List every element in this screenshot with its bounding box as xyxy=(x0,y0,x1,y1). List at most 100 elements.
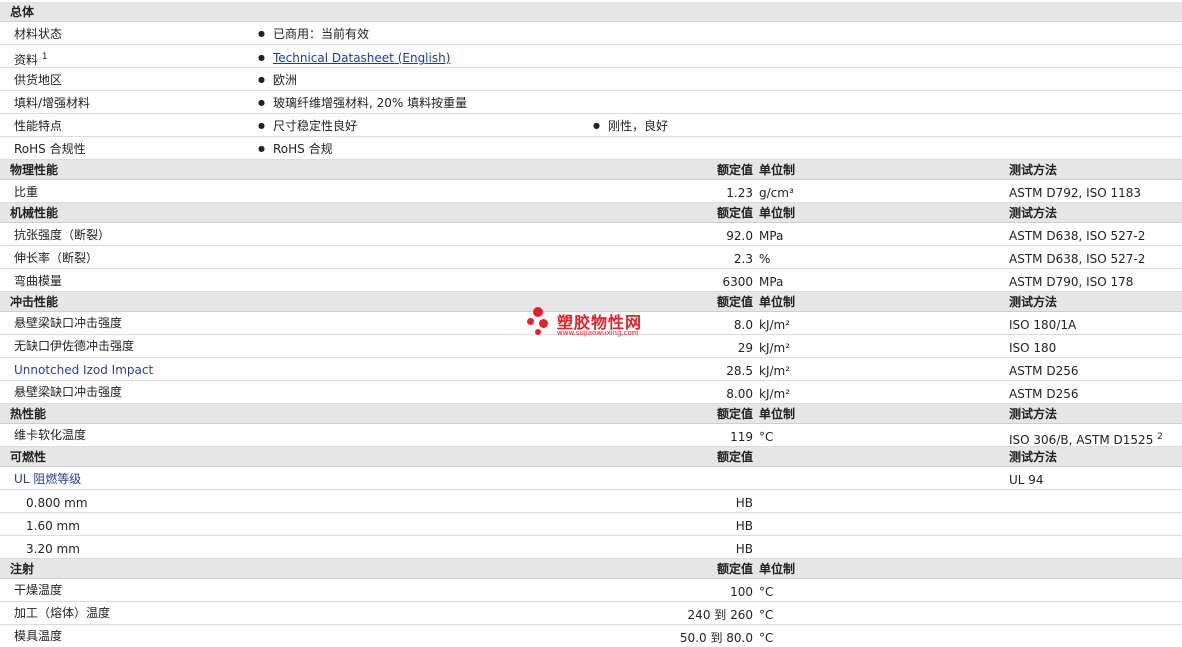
property-row: 干燥温度 100 °C xyxy=(0,579,1182,602)
datasheet: 总体 材料状态 已商用：当前有效 资料 1 Technical Datashee… xyxy=(0,0,1182,647)
header-unit: 单位制 xyxy=(759,206,796,220)
section-title: 热性能 xyxy=(10,407,47,421)
header-unit: 单位制 xyxy=(759,407,796,421)
property-name: 悬壁梁缺口冲击强度 xyxy=(14,316,123,330)
property-name: 伸长率（断裂） xyxy=(14,251,99,265)
rohs-value: RoHS 合规 xyxy=(258,141,333,157)
section-title: 总体 xyxy=(10,5,35,19)
property-name: UL 阻燃等级 xyxy=(14,472,82,486)
property-subrow: 3.20 mm HB xyxy=(0,536,1182,559)
property-row: UL 阻燃等级 UL 94 xyxy=(0,467,1182,490)
header-nominal: 额定值 xyxy=(716,163,753,177)
property-row: 抗张强度（断裂） 92.0 MPa ASTM D638, ISO 527-2 xyxy=(0,223,1182,246)
section-title: 可燃性 xyxy=(10,450,47,464)
property-value: 240 到 260 xyxy=(687,608,753,622)
property-row: 弯曲模量 6300 MPa ASTM D790, ISO 178 xyxy=(0,269,1182,292)
property-method: ISO 306/B, ASTM D1525 2 xyxy=(1009,432,1163,447)
thickness-label: 1.60 mm xyxy=(26,519,80,533)
header-nominal: 额定值 xyxy=(716,295,753,309)
header-unit: 单位制 xyxy=(759,295,796,309)
property-unit: % xyxy=(759,252,771,266)
property-value: 6300 xyxy=(722,275,753,289)
property-value: 119 xyxy=(730,430,753,444)
property-name: 无缺口伊佐德冲击强度 xyxy=(14,339,135,353)
datasheet-link-item: Technical Datasheet (English) xyxy=(258,50,450,66)
section-injection: 注射 额定值 单位制 xyxy=(0,559,1182,579)
property-name: 模具温度 xyxy=(14,629,63,643)
section-title: 冲击性能 xyxy=(10,295,59,309)
watermark-url: www.sujiaowuxing.com xyxy=(557,329,639,337)
row-label: 材料状态 xyxy=(14,27,63,41)
watermark-logo: 塑胶物性网 www.sujiaowuxing.com xyxy=(527,305,667,345)
property-subrow: 1.60 mm HB xyxy=(0,513,1182,536)
section-general: 总体 xyxy=(0,2,1182,22)
property-subrow: 0.800 mm HB xyxy=(0,490,1182,513)
property-unit: MPa xyxy=(759,229,784,243)
header-method: 测试方法 xyxy=(1009,295,1058,309)
row-label: RoHS 合规性 xyxy=(14,142,86,156)
property-value: 29 xyxy=(737,341,753,355)
general-row-rohs: RoHS 合规性 RoHS 合规 xyxy=(0,137,1182,160)
section-mechanical: 机械性能 额定值 单位制 测试方法 xyxy=(0,203,1182,223)
property-value: 92.0 xyxy=(726,229,753,243)
property-value: 50.0 到 80.0 xyxy=(679,631,753,645)
property-method: ASTM D790, ISO 178 xyxy=(1009,275,1134,289)
property-unit: kJ/m² xyxy=(759,318,791,332)
region-value: 欧洲 xyxy=(258,72,297,88)
header-nominal: 额定值 xyxy=(716,407,753,421)
thickness-label: 3.20 mm xyxy=(26,542,80,556)
property-name: Unnotched Izod Impact xyxy=(14,363,154,377)
property-row: 维卡软化温度 119 °C ISO 306/B, ASTM D1525 2 xyxy=(0,424,1182,447)
property-row: 加工（熔体）温度 240 到 260 °C xyxy=(0,602,1182,625)
property-unit: kJ/m² xyxy=(759,341,791,355)
filler-value: 玻璃纤维增强材料, 20% 填料按重量 xyxy=(258,95,467,111)
property-name: 比重 xyxy=(14,185,39,199)
technical-datasheet-link[interactable]: Technical Datasheet (English) xyxy=(273,51,450,65)
thickness-label: 0.800 mm xyxy=(26,496,88,510)
property-name: 维卡软化温度 xyxy=(14,428,87,442)
row-label: 填料/增强材料 xyxy=(14,96,91,110)
property-unit: °C xyxy=(759,631,774,645)
status-value: 已商用：当前有效 xyxy=(258,26,369,42)
header-method: 测试方法 xyxy=(1009,407,1058,421)
property-unit: °C xyxy=(759,585,774,599)
property-unit: kJ/m² xyxy=(759,364,791,378)
property-unit: °C xyxy=(759,608,774,622)
property-row: 悬壁梁缺口冲击强度 8.00 kJ/m² ASTM D256 xyxy=(0,381,1182,404)
feature-value: 刚性，良好 xyxy=(593,118,668,134)
property-value: 8.00 xyxy=(726,387,753,401)
section-title: 物理性能 xyxy=(10,163,59,177)
property-method: ASTM D256 xyxy=(1009,364,1079,378)
property-name: 弯曲模量 xyxy=(14,274,63,288)
property-value: HB xyxy=(735,519,753,533)
general-row-features: 性能特点 尺寸稳定性良好 刚性，良好 xyxy=(0,114,1182,137)
property-unit: kJ/m² xyxy=(759,387,791,401)
property-unit: °C xyxy=(759,430,774,444)
property-value: 2.3 xyxy=(733,252,753,266)
property-method: ASTM D256 xyxy=(1009,387,1079,401)
property-unit: MPa xyxy=(759,275,784,289)
property-unit: g/cm³ xyxy=(759,186,794,200)
property-name: 干燥温度 xyxy=(14,583,63,597)
property-value: 28.5 xyxy=(726,364,753,378)
header-unit: 单位制 xyxy=(759,163,796,177)
property-method: ISO 180 xyxy=(1009,341,1057,355)
property-row: 比重 1.23 g/cm³ ASTM D792, ISO 1183 xyxy=(0,180,1182,203)
property-value: 100 xyxy=(730,585,753,599)
section-thermal: 热性能 额定值 单位制 测试方法 xyxy=(0,404,1182,424)
property-value: HB xyxy=(735,542,753,556)
property-value: 1.23 xyxy=(726,186,753,200)
property-name: 悬壁梁缺口冲击强度 xyxy=(14,385,123,399)
property-value: 8.0 xyxy=(733,318,753,332)
section-flammability: 可燃性 额定值 测试方法 xyxy=(0,447,1182,467)
property-row: 伸长率（断裂） 2.3 % ASTM D638, ISO 527-2 xyxy=(0,246,1182,269)
general-row-status: 材料状态 已商用：当前有效 xyxy=(0,22,1182,45)
property-method: ISO 180/1A xyxy=(1009,318,1077,332)
property-method: ASTM D638, ISO 527-2 xyxy=(1009,252,1146,266)
header-nominal: 额定值 xyxy=(716,206,753,220)
header-nominal: 额定值 xyxy=(716,562,753,576)
header-method: 测试方法 xyxy=(1009,163,1058,177)
feature-value: 尺寸稳定性良好 xyxy=(258,118,357,134)
header-method: 测试方法 xyxy=(1009,450,1058,464)
property-row: 模具温度 50.0 到 80.0 °C xyxy=(0,625,1182,647)
